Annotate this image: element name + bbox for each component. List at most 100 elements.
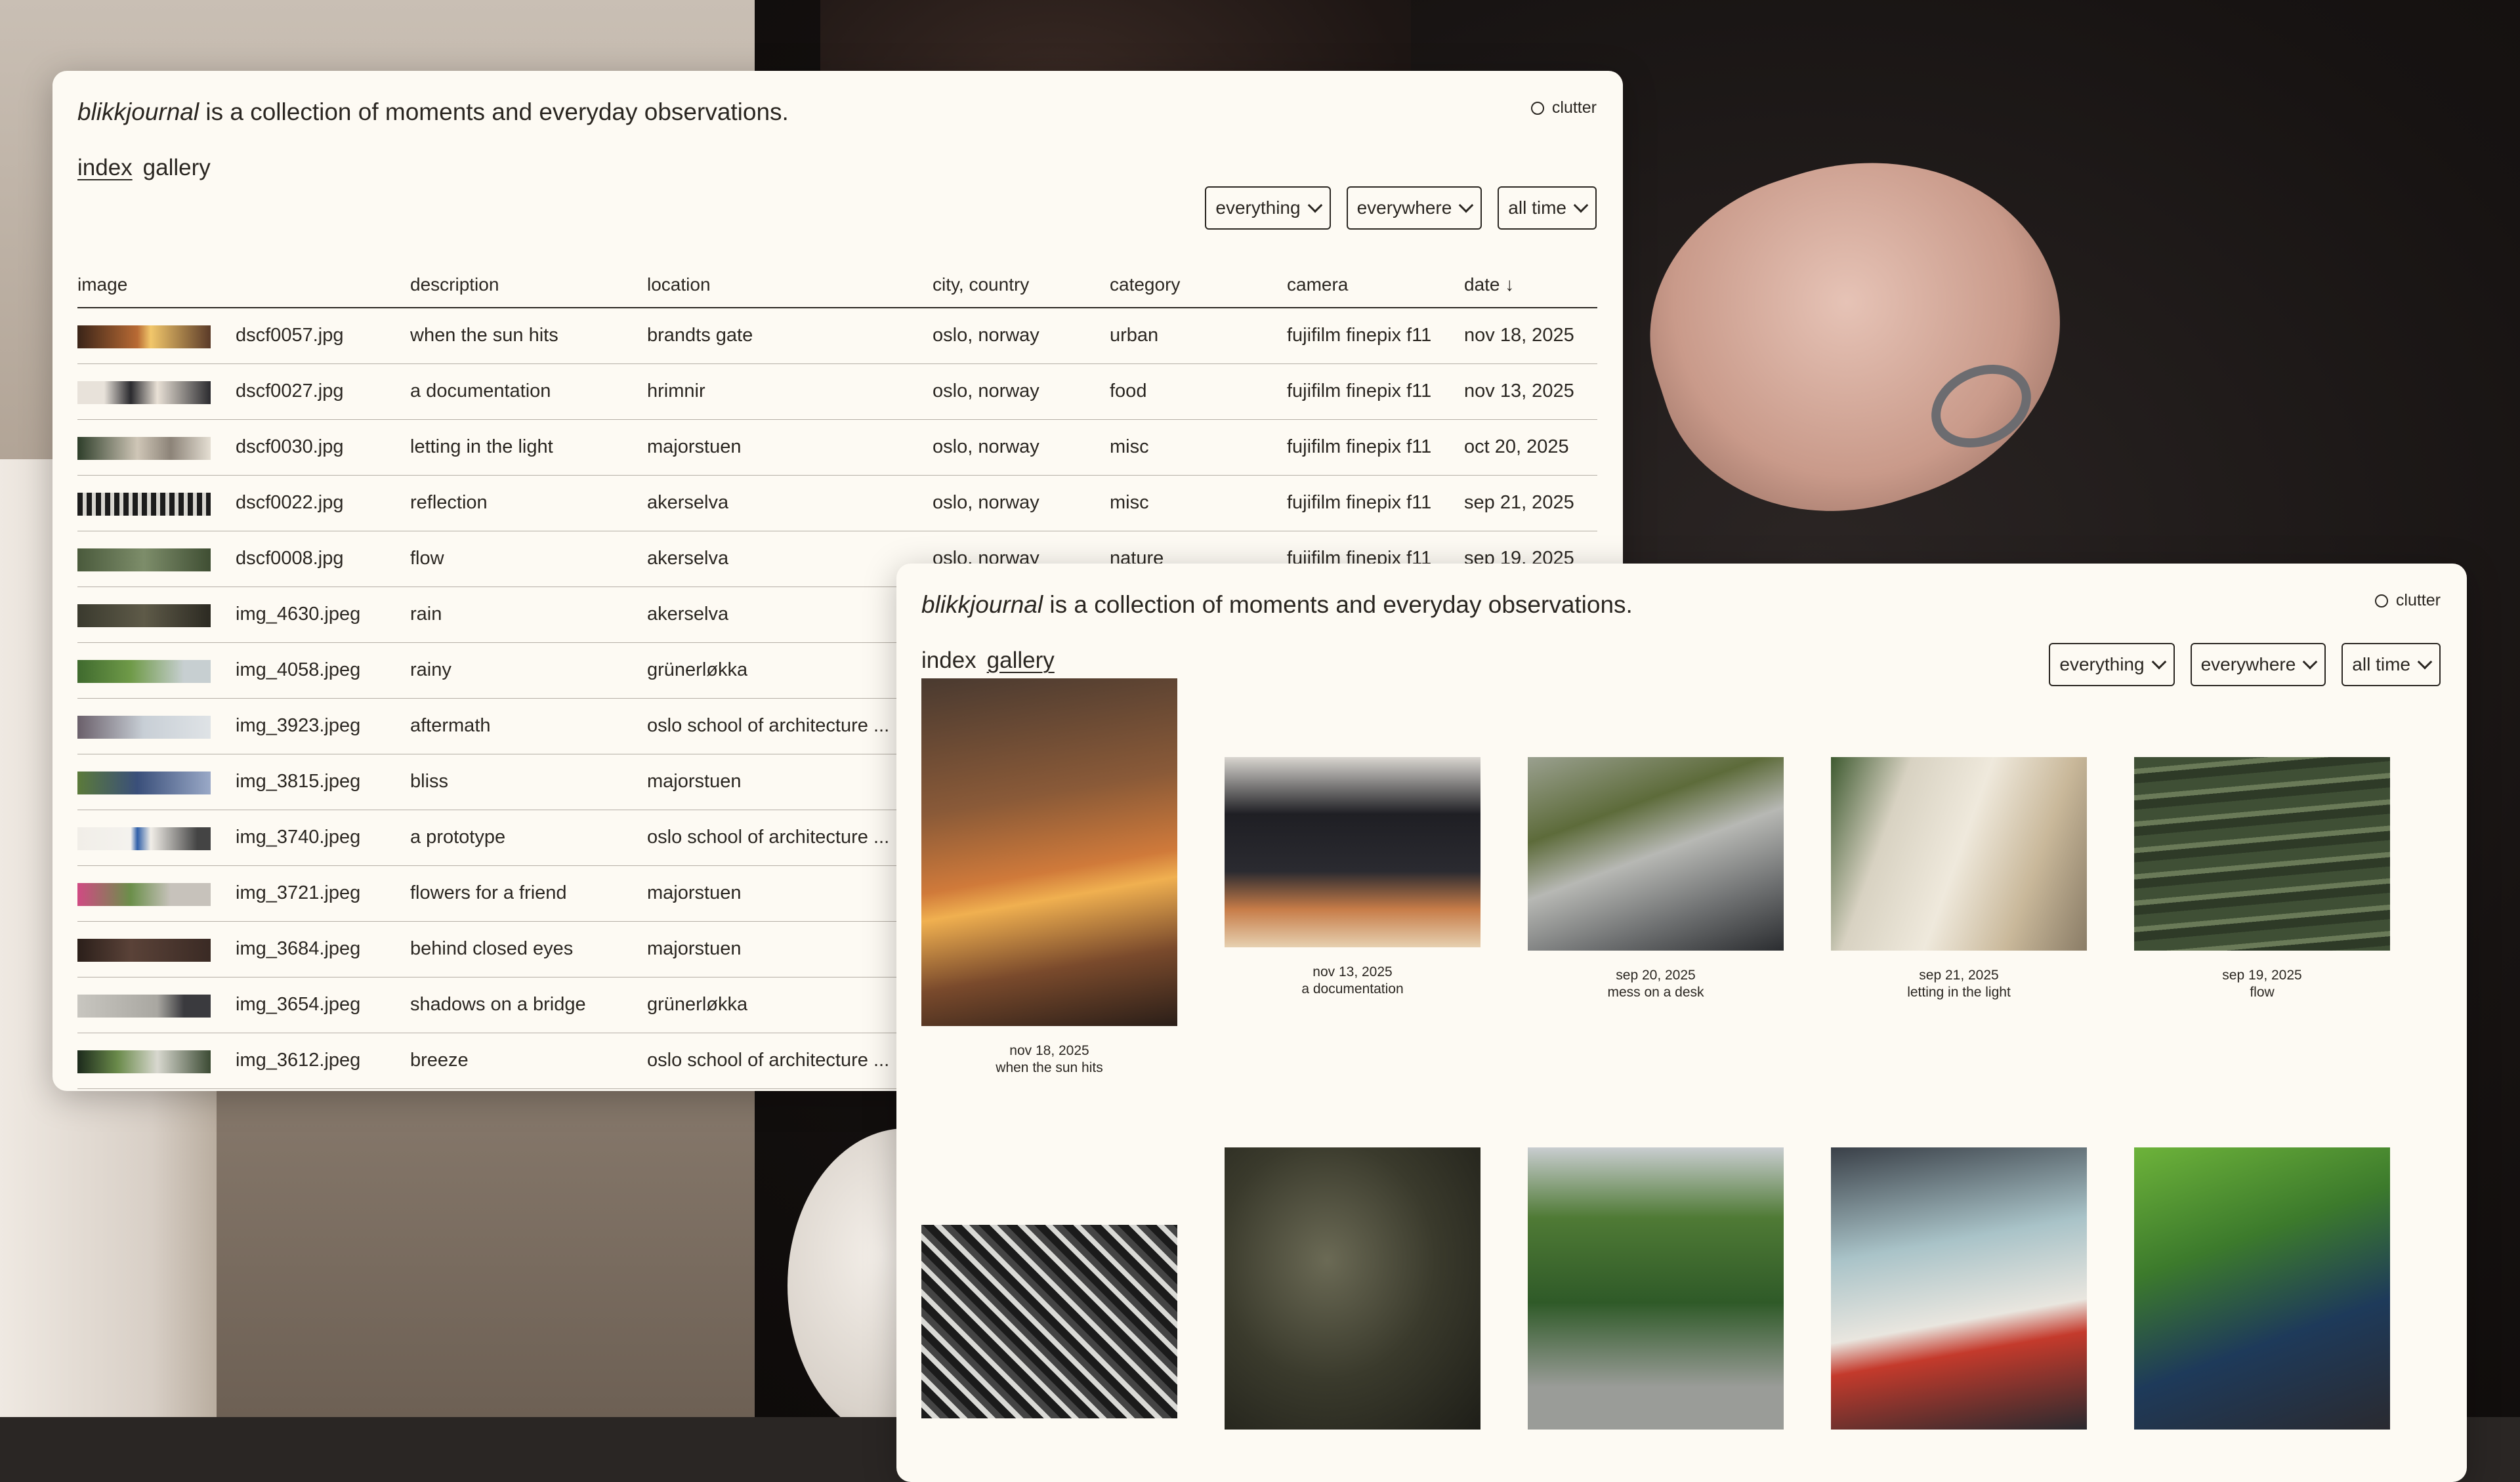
date-cell: oct 20, 2025 bbox=[1464, 436, 1569, 457]
gallery-item[interactable]: nov 13, 2025 a documentation bbox=[1225, 757, 1480, 997]
gallery-item[interactable] bbox=[921, 1225, 1177, 1418]
description-cell: a documentation bbox=[410, 381, 551, 401]
header-description[interactable]: description bbox=[410, 274, 499, 295]
gallery-item[interactable] bbox=[1225, 1147, 1480, 1430]
photo-thumbnail[interactable] bbox=[77, 493, 211, 516]
location-filter-value: everywhere bbox=[2200, 654, 2296, 674]
photo-thumbnail[interactable] bbox=[77, 548, 211, 571]
gallery-item[interactable] bbox=[1528, 1147, 1784, 1430]
clutter-label: clutter bbox=[2395, 591, 2441, 609]
header-location[interactable]: location bbox=[647, 274, 711, 295]
photo-thumbnail[interactable] bbox=[77, 939, 211, 962]
nav-index-link[interactable]: index bbox=[77, 155, 133, 181]
photo-thumbnail[interactable] bbox=[77, 772, 211, 794]
site-tagline: is a collection of moments and everyday … bbox=[1043, 591, 1633, 618]
photo-thumbnail[interactable] bbox=[77, 827, 211, 850]
description-cell: reflection bbox=[410, 492, 488, 513]
gallery-date: sep 19, 2025 bbox=[2222, 968, 2302, 983]
gallery-photo[interactable] bbox=[1528, 1147, 1784, 1430]
table-row[interactable]: dscf0057.jpg when the sun hits brandts gat… bbox=[77, 308, 1597, 364]
filename-cell: img_4630.jpeg bbox=[236, 604, 361, 625]
location-cell: majorstuen bbox=[647, 436, 742, 457]
header-category[interactable]: category bbox=[1110, 274, 1180, 295]
table-header: image description location city, country… bbox=[77, 268, 1597, 308]
time-filter-value: all time bbox=[1508, 197, 1566, 218]
main-nav: index gallery bbox=[921, 648, 1055, 674]
nav-index-link[interactable]: index bbox=[921, 648, 976, 674]
clutter-toggle[interactable]: clutter bbox=[1530, 98, 1597, 117]
gallery-caption: when the sun hits bbox=[996, 1060, 1103, 1075]
filename-cell: img_3654.jpeg bbox=[236, 994, 361, 1015]
table-row[interactable]: dscf0030.jpg letting in the light majorstu… bbox=[77, 420, 1597, 476]
site-name: blikkjournal bbox=[77, 98, 200, 125]
location-cell: akerselva bbox=[647, 548, 729, 569]
category-filter[interactable]: everything bbox=[1205, 186, 1331, 230]
location-cell: oslo school of architecture ... bbox=[647, 827, 890, 848]
chevron-down-icon bbox=[2302, 654, 2318, 670]
description-cell: bliss bbox=[410, 771, 449, 792]
table-row[interactable]: dscf0027.jpg a documentation hrimnir oslo, … bbox=[77, 364, 1597, 420]
time-filter[interactable]: all time bbox=[1498, 186, 1597, 230]
chevron-down-icon bbox=[2417, 654, 2433, 670]
location-filter[interactable]: everywhere bbox=[2190, 643, 2326, 686]
photo-thumbnail[interactable] bbox=[77, 604, 211, 627]
category-cell: misc bbox=[1110, 436, 1149, 457]
filter-bar: everything everywhere all time bbox=[2049, 643, 2441, 686]
gallery-item[interactable]: sep 21, 2025 letting in the light bbox=[1831, 757, 2087, 1000]
main-nav: index gallery bbox=[77, 155, 211, 181]
toggle-circle-icon[interactable] bbox=[2374, 594, 2388, 607]
filename-cell: dscf0057.jpg bbox=[236, 325, 344, 346]
gallery-item[interactable]: nov 18, 2025 when the sun hits bbox=[921, 678, 1177, 1076]
photo-thumbnail[interactable] bbox=[77, 716, 211, 739]
location-cell: hrimnir bbox=[647, 381, 705, 401]
header-camera[interactable]: camera bbox=[1287, 274, 1348, 295]
header-date-sorted[interactable]: date ↓ bbox=[1464, 274, 1514, 295]
description-cell: letting in the light bbox=[410, 436, 553, 457]
site-intro: blikkjournal is a collection of moments … bbox=[77, 98, 789, 126]
gallery-photo[interactable] bbox=[921, 678, 1177, 1026]
filter-bar: everything everywhere all time bbox=[1205, 186, 1597, 230]
gallery-photo[interactable] bbox=[1831, 757, 2087, 951]
filename-cell: img_3815.jpeg bbox=[236, 771, 361, 792]
gallery-photo[interactable] bbox=[1225, 1147, 1480, 1430]
gallery-photo[interactable] bbox=[2134, 757, 2390, 951]
nav-gallery-link[interactable]: gallery bbox=[987, 648, 1055, 674]
toggle-circle-icon[interactable] bbox=[1530, 101, 1544, 115]
photo-thumbnail[interactable] bbox=[77, 883, 211, 906]
camera-cell: fujifilm finepix f11 bbox=[1287, 436, 1432, 457]
gallery-item[interactable]: sep 19, 2025 flow bbox=[2134, 757, 2390, 1000]
camera-cell: fujifilm finepix f11 bbox=[1287, 381, 1432, 401]
location-filter[interactable]: everywhere bbox=[1346, 186, 1482, 230]
description-cell: behind closed eyes bbox=[410, 938, 574, 959]
gallery-item[interactable] bbox=[1831, 1147, 2087, 1430]
header-image[interactable]: image bbox=[77, 274, 127, 295]
photo-thumbnail[interactable] bbox=[77, 325, 211, 348]
chevron-down-icon bbox=[1458, 197, 1474, 213]
table-row[interactable]: dscf0022.jpg reflection akerselva oslo, nor… bbox=[77, 476, 1597, 531]
description-cell: a prototype bbox=[410, 827, 506, 848]
clutter-toggle[interactable]: clutter bbox=[2374, 591, 2441, 610]
filename-cell: img_3740.jpeg bbox=[236, 827, 361, 848]
photo-thumbnail[interactable] bbox=[77, 995, 211, 1018]
photo-thumbnail[interactable] bbox=[77, 1050, 211, 1073]
location-cell: akerselva bbox=[647, 604, 729, 625]
photo-thumbnail[interactable] bbox=[77, 437, 211, 460]
filename-cell: dscf0027.jpg bbox=[236, 381, 344, 401]
category-filter[interactable]: everything bbox=[2049, 643, 2175, 686]
nav-gallery-link[interactable]: gallery bbox=[143, 155, 211, 181]
description-cell: when the sun hits bbox=[410, 325, 558, 346]
gallery-photo[interactable] bbox=[1831, 1147, 2087, 1430]
gallery-photo[interactable] bbox=[921, 1225, 1177, 1418]
header-city-country[interactable]: city, country bbox=[933, 274, 1029, 295]
gallery-photo[interactable] bbox=[2134, 1147, 2390, 1430]
gallery-item[interactable]: sep 20, 2025 mess on a desk bbox=[1528, 757, 1784, 1000]
gallery-item[interactable] bbox=[2134, 1147, 2390, 1430]
gallery-photo[interactable] bbox=[1528, 757, 1784, 951]
time-filter-value: all time bbox=[2352, 654, 2410, 674]
gallery-photo[interactable] bbox=[1225, 757, 1480, 947]
time-filter[interactable]: all time bbox=[2342, 643, 2441, 686]
city-country-cell: oslo, norway bbox=[933, 436, 1040, 457]
photo-thumbnail[interactable] bbox=[77, 381, 211, 404]
location-cell: majorstuen bbox=[647, 882, 742, 903]
photo-thumbnail[interactable] bbox=[77, 660, 211, 683]
